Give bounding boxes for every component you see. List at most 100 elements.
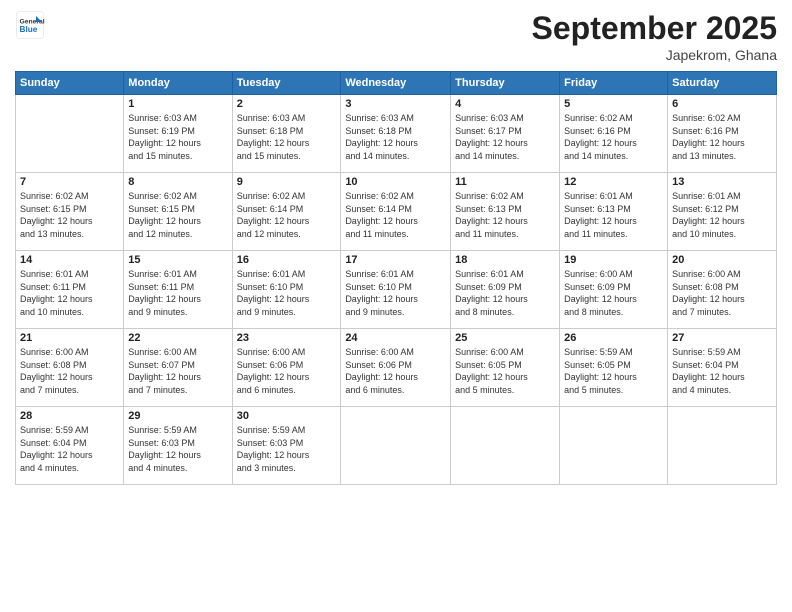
calendar-cell: 11 Sunrise: 6:02 AMSunset: 6:13 PMDayligh… xyxy=(451,173,560,251)
day-number: 2 xyxy=(237,98,337,110)
calendar-header-row: SundayMondayTuesdayWednesdayThursdayFrid… xyxy=(16,72,777,95)
calendar-header-wednesday: Wednesday xyxy=(341,72,451,95)
day-number: 19 xyxy=(564,254,663,266)
day-info: Sunrise: 5:59 AMSunset: 6:04 PMDaylight:… xyxy=(672,346,772,396)
day-info: Sunrise: 6:02 AMSunset: 6:16 PMDaylight:… xyxy=(672,112,772,162)
day-info: Sunrise: 6:02 AMSunset: 6:14 PMDaylight:… xyxy=(237,190,337,240)
calendar-cell xyxy=(451,407,560,485)
calendar-header-tuesday: Tuesday xyxy=(232,72,341,95)
day-info: Sunrise: 6:01 AMSunset: 6:10 PMDaylight:… xyxy=(237,268,337,318)
calendar-week-1: 1 Sunrise: 6:03 AMSunset: 6:19 PMDaylight… xyxy=(16,95,777,173)
day-number: 18 xyxy=(455,254,555,266)
day-info: Sunrise: 6:01 AMSunset: 6:12 PMDaylight:… xyxy=(672,190,772,240)
calendar-cell: 17Sunrise: 6:01 AMSunset: 6:10 PMDayligh… xyxy=(341,251,451,329)
calendar-cell: 13 Sunrise: 6:01 AMSunset: 6:12 PMDayligh… xyxy=(668,173,777,251)
day-info: Sunrise: 6:02 AMSunset: 6:13 PMDaylight:… xyxy=(455,190,555,240)
day-info: Sunrise: 6:02 AMSunset: 6:14 PMDaylight:… xyxy=(345,190,446,240)
day-number: 30 xyxy=(237,410,337,422)
day-number: 17 xyxy=(345,254,446,266)
calendar-cell: 26 Sunrise: 5:59 AMSunset: 6:05 PMDayligh… xyxy=(560,329,668,407)
calendar-header-sunday: Sunday xyxy=(16,72,124,95)
calendar-week-5: 28 Sunrise: 5:59 AMSunset: 6:04 PMDayligh… xyxy=(16,407,777,485)
calendar-cell: 10Sunrise: 6:02 AMSunset: 6:14 PMDayligh… xyxy=(341,173,451,251)
day-info: Sunrise: 6:00 AMSunset: 6:05 PMDaylight:… xyxy=(455,346,555,396)
calendar-cell: 28 Sunrise: 5:59 AMSunset: 6:04 PMDayligh… xyxy=(16,407,124,485)
calendar-cell: 25 Sunrise: 6:00 AMSunset: 6:05 PMDayligh… xyxy=(451,329,560,407)
calendar-cell: 6Sunrise: 6:02 AMSunset: 6:16 PMDaylight… xyxy=(668,95,777,173)
day-number: 13 xyxy=(672,176,772,188)
day-number: 5 xyxy=(564,98,663,110)
calendar-cell: 5 Sunrise: 6:02 AMSunset: 6:16 PMDaylight… xyxy=(560,95,668,173)
calendar-header-saturday: Saturday xyxy=(668,72,777,95)
logo-icon: General Blue xyxy=(15,10,45,40)
day-info: Sunrise: 6:00 AMSunset: 6:07 PMDaylight:… xyxy=(128,346,227,396)
day-info: Sunrise: 6:01 AMSunset: 6:11 PMDaylight:… xyxy=(128,268,227,318)
calendar-cell: 19 Sunrise: 6:00 AMSunset: 6:09 PMDayligh… xyxy=(560,251,668,329)
calendar-cell: 14 Sunrise: 6:01 AMSunset: 6:11 PMDayligh… xyxy=(16,251,124,329)
page-subtitle: Japekrom, Ghana xyxy=(532,47,777,63)
day-info: Sunrise: 5:59 AMSunset: 6:04 PMDaylight:… xyxy=(20,424,119,474)
calendar-week-3: 14 Sunrise: 6:01 AMSunset: 6:11 PMDayligh… xyxy=(16,251,777,329)
day-info: Sunrise: 6:03 AMSunset: 6:18 PMDaylight:… xyxy=(237,112,337,162)
calendar-cell: 8 Sunrise: 6:02 AMSunset: 6:15 PMDaylight… xyxy=(124,173,232,251)
calendar-cell: 24 Sunrise: 6:00 AMSunset: 6:06 PMDayligh… xyxy=(341,329,451,407)
day-number: 28 xyxy=(20,410,119,422)
header: General Blue September 2025 Japekrom, Gh… xyxy=(15,10,777,63)
calendar-cell: 18 Sunrise: 6:01 AMSunset: 6:09 PMDayligh… xyxy=(451,251,560,329)
day-info: Sunrise: 5:59 AMSunset: 6:03 PMDaylight:… xyxy=(128,424,227,474)
day-info: Sunrise: 6:00 AMSunset: 6:08 PMDaylight:… xyxy=(20,346,119,396)
day-number: 16 xyxy=(237,254,337,266)
day-number: 22 xyxy=(128,332,227,344)
day-number: 8 xyxy=(128,176,227,188)
day-info: Sunrise: 6:02 AMSunset: 6:16 PMDaylight:… xyxy=(564,112,663,162)
day-number: 3 xyxy=(345,98,446,110)
day-number: 26 xyxy=(564,332,663,344)
calendar-week-4: 21 Sunrise: 6:00 AMSunset: 6:08 PMDayligh… xyxy=(16,329,777,407)
calendar-cell: 3Sunrise: 6:03 AMSunset: 6:18 PMDaylight… xyxy=(341,95,451,173)
day-info: Sunrise: 6:00 AMSunset: 6:06 PMDaylight:… xyxy=(345,346,446,396)
title-block: September 2025 Japekrom, Ghana xyxy=(532,10,777,63)
calendar-cell xyxy=(560,407,668,485)
day-info: Sunrise: 5:59 AMSunset: 6:05 PMDaylight:… xyxy=(564,346,663,396)
day-number: 23 xyxy=(237,332,337,344)
calendar-cell: 29 Sunrise: 5:59 AMSunset: 6:03 PMDayligh… xyxy=(124,407,232,485)
calendar-cell: 20Sunrise: 6:00 AMSunset: 6:08 PMDayligh… xyxy=(668,251,777,329)
day-number: 14 xyxy=(20,254,119,266)
calendar-cell: 12 Sunrise: 6:01 AMSunset: 6:13 PMDayligh… xyxy=(560,173,668,251)
day-number: 24 xyxy=(345,332,446,344)
page-title: September 2025 xyxy=(532,10,777,47)
day-info: Sunrise: 6:03 AMSunset: 6:17 PMDaylight:… xyxy=(455,112,555,162)
calendar-cell: 1 Sunrise: 6:03 AMSunset: 6:19 PMDaylight… xyxy=(124,95,232,173)
calendar-cell: 4Sunrise: 6:03 AMSunset: 6:17 PMDaylight… xyxy=(451,95,560,173)
calendar-cell: 2 Sunrise: 6:03 AMSunset: 6:18 PMDaylight… xyxy=(232,95,341,173)
calendar-cell: 16 Sunrise: 6:01 AMSunset: 6:10 PMDayligh… xyxy=(232,251,341,329)
calendar-week-2: 7 Sunrise: 6:02 AMSunset: 6:15 PMDaylight… xyxy=(16,173,777,251)
day-info: Sunrise: 6:02 AMSunset: 6:15 PMDaylight:… xyxy=(20,190,119,240)
calendar-cell: 21 Sunrise: 6:00 AMSunset: 6:08 PMDayligh… xyxy=(16,329,124,407)
day-number: 29 xyxy=(128,410,227,422)
day-number: 7 xyxy=(20,176,119,188)
calendar-header-monday: Monday xyxy=(124,72,232,95)
day-info: Sunrise: 6:00 AMSunset: 6:09 PMDaylight:… xyxy=(564,268,663,318)
day-info: Sunrise: 6:01 AMSunset: 6:13 PMDaylight:… xyxy=(564,190,663,240)
page: General Blue September 2025 Japekrom, Gh… xyxy=(0,0,792,612)
calendar-cell: 22 Sunrise: 6:00 AMSunset: 6:07 PMDayligh… xyxy=(124,329,232,407)
day-number: 12 xyxy=(564,176,663,188)
calendar-cell: 9Sunrise: 6:02 AMSunset: 6:14 PMDaylight… xyxy=(232,173,341,251)
svg-text:Blue: Blue xyxy=(20,25,38,34)
logo: General Blue xyxy=(15,10,45,40)
calendar-header-thursday: Thursday xyxy=(451,72,560,95)
day-number: 25 xyxy=(455,332,555,344)
day-number: 1 xyxy=(128,98,227,110)
day-info: Sunrise: 6:02 AMSunset: 6:15 PMDaylight:… xyxy=(128,190,227,240)
day-number: 15 xyxy=(128,254,227,266)
day-info: Sunrise: 6:01 AMSunset: 6:09 PMDaylight:… xyxy=(455,268,555,318)
calendar-cell: 30 Sunrise: 5:59 AMSunset: 6:03 PMDayligh… xyxy=(232,407,341,485)
day-info: Sunrise: 6:00 AMSunset: 6:06 PMDaylight:… xyxy=(237,346,337,396)
calendar-cell: 7 Sunrise: 6:02 AMSunset: 6:15 PMDaylight… xyxy=(16,173,124,251)
day-number: 21 xyxy=(20,332,119,344)
day-info: Sunrise: 5:59 AMSunset: 6:03 PMDaylight:… xyxy=(237,424,337,474)
day-number: 11 xyxy=(455,176,555,188)
day-info: Sunrise: 6:01 AMSunset: 6:11 PMDaylight:… xyxy=(20,268,119,318)
day-info: Sunrise: 6:03 AMSunset: 6:19 PMDaylight:… xyxy=(128,112,227,162)
